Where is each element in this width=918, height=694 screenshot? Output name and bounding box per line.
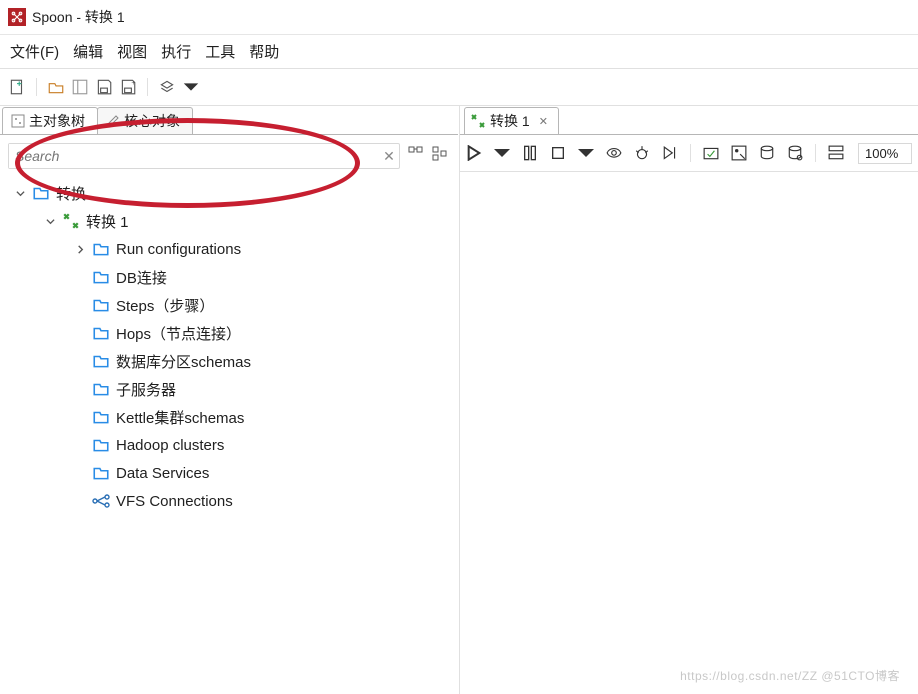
transformation-canvas[interactable] [460, 172, 918, 694]
close-tab-button[interactable]: ✕ [539, 115, 548, 128]
pause-button[interactable] [522, 145, 538, 161]
tree-node-label: 子服务器 [116, 379, 176, 400]
menu-tools[interactable]: 工具 [205, 41, 235, 62]
folder-icon [92, 464, 110, 482]
tree-item-steps[interactable]: Steps（步骤） [8, 291, 454, 319]
tree-item-dbconn[interactable]: DB连接 [8, 263, 454, 291]
transformation-icon [471, 114, 485, 128]
folder-icon [32, 184, 50, 202]
tree-node-label: VFS Connections [116, 493, 233, 510]
folder-icon [92, 324, 110, 342]
tree-node-label: Hops（节点连接） [116, 323, 241, 344]
tree-node-label: 数据库分区schemas [116, 351, 251, 372]
tab-core-objects[interactable]: 核心对象 [97, 107, 193, 134]
folder-icon [92, 380, 110, 398]
tree-item-kcluster[interactable]: Kettle集群schemas [8, 403, 454, 431]
tab-core-objects-label: 核心对象 [124, 111, 180, 131]
verify-button[interactable] [703, 145, 719, 161]
svg-text:+: + [131, 80, 135, 87]
menu-run[interactable]: 执行 [161, 41, 191, 62]
tree-item-hops[interactable]: Hops（节点连接） [8, 319, 454, 347]
tree-trans-1[interactable]: 转换 1 [8, 207, 454, 235]
window-title: Spoon - 转换 1 [32, 7, 125, 27]
menu-view[interactable]: 视图 [117, 41, 147, 62]
left-pane: 主对象树 核心对象 ✕ [0, 106, 459, 694]
editor-toolbar: 100% [460, 135, 918, 172]
sql-button[interactable] [759, 145, 775, 161]
menu-edit[interactable]: 编辑 [73, 41, 103, 62]
menu-file[interactable]: 文件(F) [10, 41, 59, 62]
save-button[interactable] [95, 78, 113, 96]
menu-bar: 文件(F) 编辑 视图 执行 工具 帮助 [0, 35, 918, 69]
replay-button[interactable] [662, 145, 678, 161]
tree-node-label: Run configurations [116, 241, 241, 258]
tree-root-transformations[interactable]: 转换 [8, 179, 454, 207]
tree-node-label: 转换 [56, 183, 86, 204]
main-body: 主对象树 核心对象 ✕ [0, 106, 918, 694]
tree-node-label: Steps（步骤） [116, 295, 214, 316]
perspective-dropdown[interactable] [182, 78, 200, 96]
transformation-icon [62, 212, 80, 230]
toolbar-separator [36, 78, 37, 96]
tree-node-label: Data Services [116, 465, 209, 482]
folder-icon [92, 408, 110, 426]
toolbar-separator [147, 78, 148, 96]
show-results-button[interactable] [828, 145, 844, 161]
left-pane-tabs: 主对象树 核心对象 [0, 106, 458, 135]
toolbar-separator [815, 144, 816, 162]
stop-dropdown[interactable] [578, 145, 594, 161]
new-button[interactable] [8, 78, 26, 96]
run-dropdown[interactable] [494, 145, 510, 161]
impact-button[interactable] [731, 145, 747, 161]
object-tree: 转换 转换 1 Run configurations DB连接 Steps（步骤） H… [0, 173, 458, 694]
right-pane: 转换 1 ✕ 100% [459, 106, 918, 694]
preview-button[interactable] [606, 145, 622, 161]
tree-item-runconf[interactable]: Run configurations [8, 235, 454, 263]
debug-button[interactable] [634, 145, 650, 161]
perspective-button[interactable] [158, 78, 176, 96]
search-input[interactable] [9, 144, 379, 168]
pencil-icon [106, 114, 120, 128]
save-as-button[interactable]: + [119, 78, 137, 96]
app-icon [8, 8, 26, 26]
tab-object-tree[interactable]: 主对象树 [2, 107, 98, 134]
chevron-down-icon[interactable] [14, 189, 26, 198]
tree-item-subsrv[interactable]: 子服务器 [8, 375, 454, 403]
vfs-icon [92, 492, 110, 510]
object-tree-icon [11, 114, 25, 128]
editor-tab-trans1[interactable]: 转换 1 ✕ [464, 107, 559, 134]
folder-icon [92, 436, 110, 454]
explore-button[interactable] [71, 78, 89, 96]
tree-item-datasvc[interactable]: Data Services [8, 459, 454, 487]
explore-db-button[interactable] [787, 145, 803, 161]
editor-tabs: 转换 1 ✕ [460, 106, 918, 135]
tree-node-label: 转换 1 [86, 211, 129, 232]
tree-node-label: DB连接 [116, 267, 167, 288]
chevron-right-icon[interactable] [74, 245, 86, 254]
tree-item-hadoop[interactable]: Hadoop clusters [8, 431, 454, 459]
editor-tab-label: 转换 1 [490, 111, 530, 131]
tree-item-vfs[interactable]: VFS Connections [8, 487, 454, 515]
folder-icon [92, 296, 110, 314]
folder-icon [92, 240, 110, 258]
collapse-all-button[interactable] [432, 146, 448, 162]
run-button[interactable] [466, 145, 482, 161]
tree-node-label: Hadoop clusters [116, 437, 224, 454]
stop-button[interactable] [550, 145, 566, 161]
zoom-level[interactable]: 100% [858, 143, 912, 164]
folder-icon [92, 268, 110, 286]
tree-node-label: Kettle集群schemas [116, 407, 244, 428]
tab-object-tree-label: 主对象树 [29, 111, 85, 131]
window-titlebar: Spoon - 转换 1 [0, 0, 918, 35]
search-row: ✕ [0, 135, 458, 173]
main-toolbar: + [0, 69, 918, 106]
folder-icon [92, 352, 110, 370]
tree-item-dbpart[interactable]: 数据库分区schemas [8, 347, 454, 375]
toolbar-separator [690, 144, 691, 162]
open-button[interactable] [47, 78, 65, 96]
clear-search-button[interactable]: ✕ [379, 148, 399, 165]
chevron-down-icon[interactable] [44, 217, 56, 226]
menu-help[interactable]: 帮助 [249, 41, 279, 62]
expand-all-button[interactable] [408, 146, 424, 162]
